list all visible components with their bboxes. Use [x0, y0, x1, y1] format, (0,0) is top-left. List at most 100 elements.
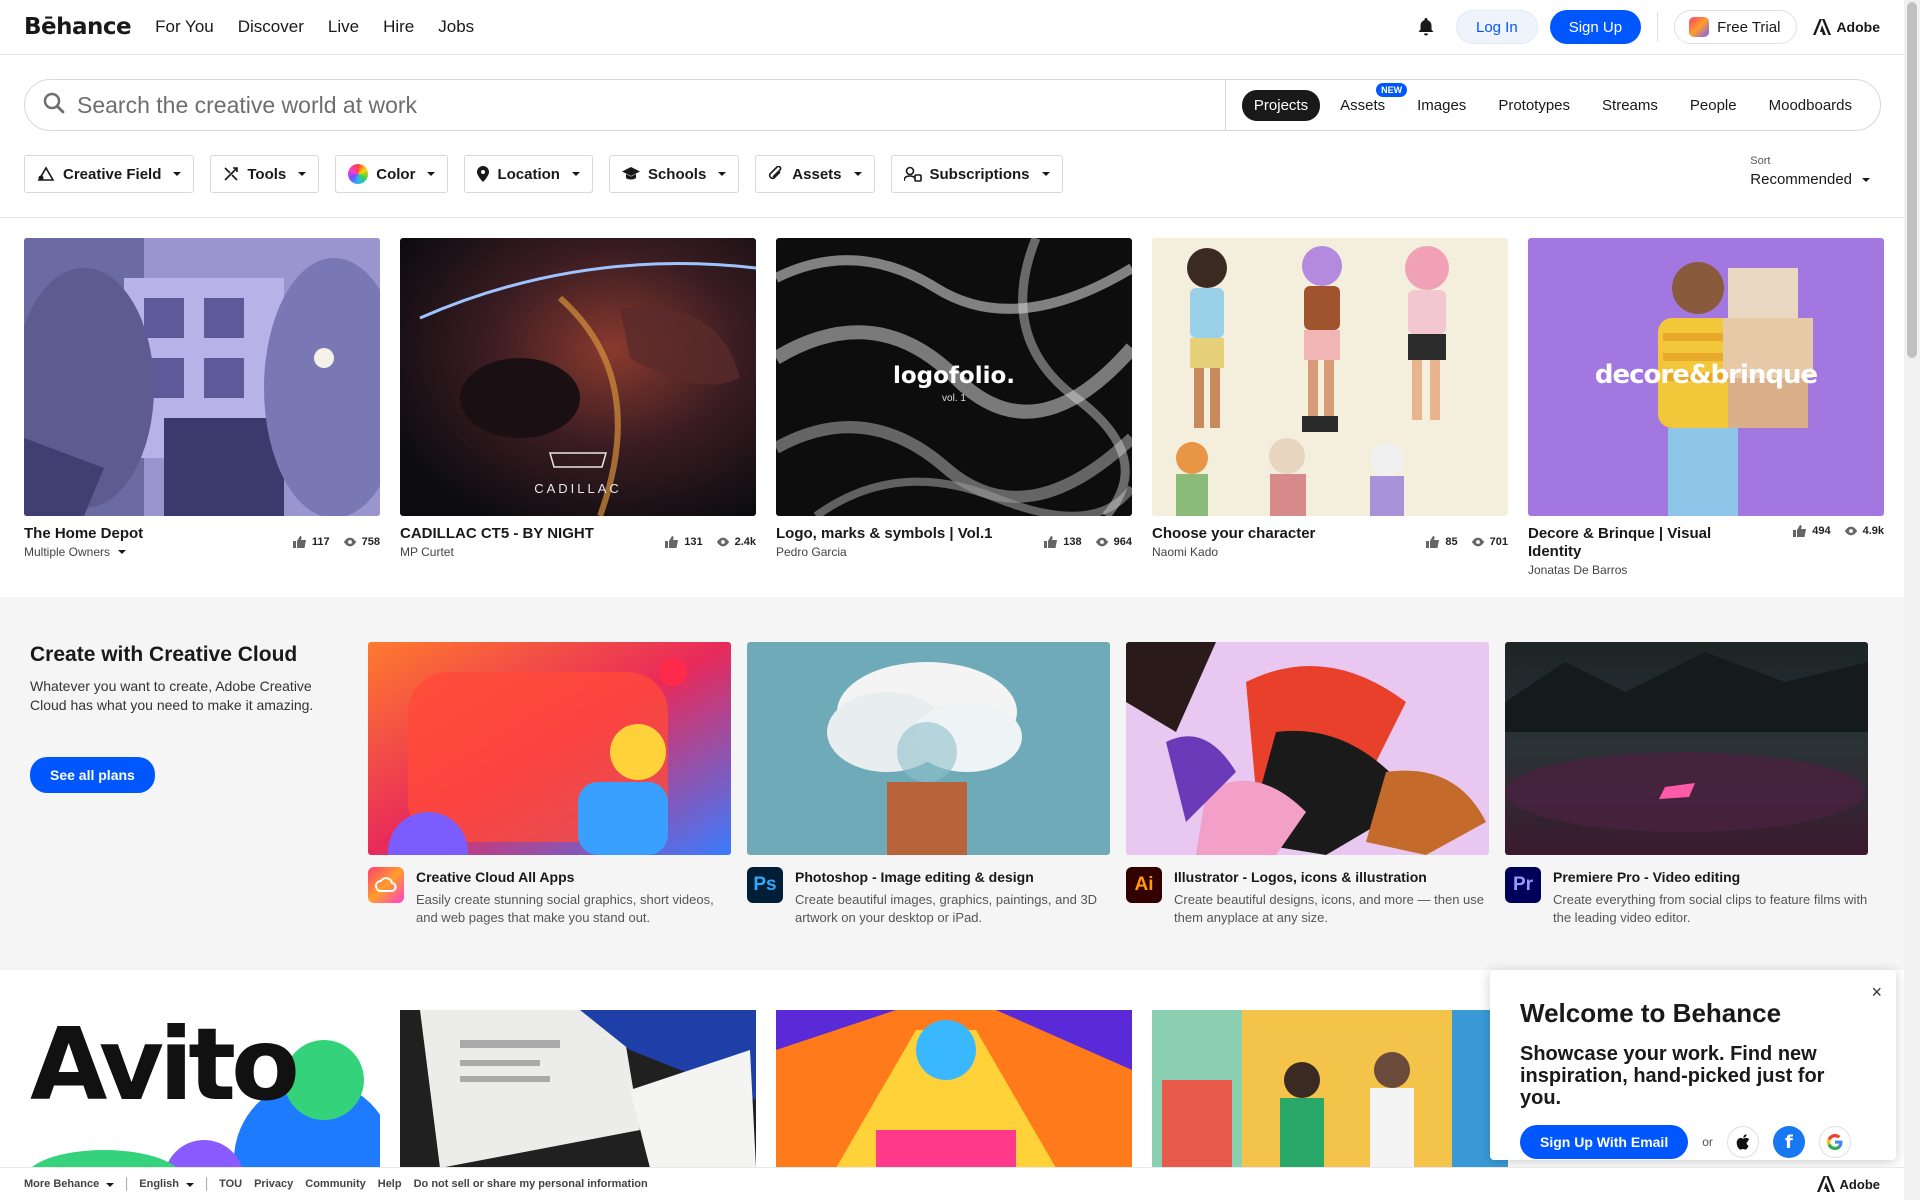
project-owner[interactable]: Multiple Owners	[24, 545, 110, 559]
illustrator-icon: Ai	[1126, 867, 1162, 903]
project-thumbnail[interactable]: logofolio. vol. 1	[776, 238, 1132, 516]
bell-icon[interactable]	[1414, 15, 1438, 39]
sort-dropdown[interactable]: Sort Recommended	[1750, 155, 1870, 188]
facebook-icon[interactable]: f	[1772, 1126, 1805, 1158]
nav-for-you[interactable]: For You	[155, 17, 214, 37]
nav-hire[interactable]: Hire	[383, 17, 414, 37]
eye-icon	[343, 537, 356, 547]
filter-assets[interactable]: Assets	[755, 155, 875, 193]
tab-people[interactable]: People	[1678, 90, 1749, 121]
app-name[interactable]: Photoshop - Image editing & design	[795, 869, 1110, 885]
or-label: or	[1702, 1135, 1713, 1149]
nav-live[interactable]: Live	[328, 17, 359, 37]
project-thumbnail[interactable]	[1152, 238, 1508, 516]
app-card-creative-cloud[interactable]: Creative Cloud All Apps Easily create st…	[368, 642, 731, 927]
cc-title: Create with Creative Cloud	[30, 643, 298, 666]
tab-moodboards[interactable]: Moodboards	[1757, 90, 1864, 121]
chevron-down-icon[interactable]	[118, 550, 127, 554]
avito-wordmark: Avito	[30, 1010, 300, 1123]
project-owner[interactable]: Naomi Kado	[1152, 545, 1218, 559]
project-thumbnail[interactable]: Avito	[24, 1010, 380, 1168]
project-title[interactable]: Logo, marks & symbols | Vol.1	[776, 525, 1006, 543]
project-card[interactable]: CADILLAC CADILLAC CT5 - BY NIGHT MP Curt…	[400, 238, 756, 577]
footer-link-help[interactable]: Help	[378, 1178, 402, 1190]
welcome-subtitle: Showcase your work. Find new inspiration…	[1520, 1043, 1825, 1109]
creative-cloud-icon	[368, 867, 404, 903]
app-image[interactable]	[747, 642, 1110, 855]
filter-bar: Creative Field Tools Color Location Scho…	[24, 155, 1063, 193]
behance-logo[interactable]: Bēhance	[24, 14, 132, 40]
footer-adobe-label: Adobe	[1839, 1176, 1880, 1192]
eye-icon	[1471, 537, 1484, 547]
app-name[interactable]: Creative Cloud All Apps	[416, 869, 731, 885]
chevron-down-icon	[571, 172, 580, 176]
footer-more-behance[interactable]: More Behance	[24, 1178, 115, 1190]
adobe-icon	[1816, 1176, 1835, 1192]
nav-discover[interactable]: Discover	[238, 17, 304, 37]
filter-tools[interactable]: Tools	[210, 155, 320, 193]
tab-streams[interactable]: Streams	[1590, 90, 1670, 121]
project-thumbnail[interactable]: decore&brinque	[1528, 238, 1884, 516]
footer-link-privacy[interactable]: Privacy	[254, 1178, 293, 1190]
project-card[interactable]: The Home Depot Multiple Owners 117 758	[24, 238, 380, 577]
view-count: 964	[1113, 536, 1132, 548]
filter-color[interactable]: Color	[335, 155, 449, 193]
filter-assets-label: Assets	[792, 165, 842, 183]
project-card[interactable]: Choose your character Naomi Kado 85 701	[1152, 238, 1508, 577]
project-title[interactable]: Choose your character	[1152, 525, 1382, 543]
tab-projects[interactable]: Projects	[1241, 89, 1321, 121]
nav-jobs[interactable]: Jobs	[438, 17, 474, 37]
filter-creative-field[interactable]: Creative Field	[24, 155, 195, 193]
app-name[interactable]: Premiere Pro - Video editing	[1553, 869, 1868, 885]
project-title[interactable]: The Home Depot	[24, 525, 254, 543]
filter-location[interactable]: Location	[464, 155, 593, 193]
tab-assets[interactable]: Assets NEW	[1328, 82, 1408, 121]
scrollbar[interactable]	[1904, 0, 1920, 1200]
app-card-photoshop[interactable]: Ps Photoshop - Image editing & design Cr…	[747, 642, 1110, 927]
tab-images[interactable]: Images	[1405, 90, 1478, 121]
app-card-illustrator[interactable]: Ai Illustrator - Logos, icons & illustra…	[1126, 642, 1489, 927]
footer-language-label: English	[139, 1178, 179, 1190]
app-image[interactable]	[368, 642, 731, 855]
app-image[interactable]	[1126, 642, 1489, 855]
see-all-plans-button[interactable]: See all plans	[30, 757, 155, 793]
project-owner[interactable]: MP Curtet	[400, 545, 454, 559]
chevron-down-icon	[1041, 172, 1050, 176]
project-thumbnail[interactable]	[776, 1010, 1132, 1168]
footer-link-community[interactable]: Community	[305, 1178, 366, 1190]
chevron-down-icon	[853, 172, 862, 176]
project-card[interactable]: logofolio. vol. 1 Logo, marks & symbols …	[776, 238, 1132, 577]
app-card-premiere[interactable]: Pr Premiere Pro - Video editing Create e…	[1505, 642, 1868, 927]
project-card[interactable]: decore&brinque Decore & Brinque | Visual…	[1528, 238, 1884, 577]
free-trial-button[interactable]: Free Trial	[1674, 10, 1798, 44]
filter-schools[interactable]: Schools	[608, 155, 740, 193]
footer-link-tou[interactable]: TOU	[219, 1178, 242, 1190]
footer-link-do-not-sell[interactable]: Do not sell or share my personal informa…	[414, 1178, 648, 1190]
filter-subscriptions[interactable]: Subscriptions	[890, 155, 1063, 193]
footer-adobe-link[interactable]: Adobe	[1816, 1176, 1880, 1192]
chevron-down-icon	[298, 172, 307, 176]
project-thumbnail[interactable]	[24, 238, 380, 516]
close-icon[interactable]: ×	[1871, 982, 1882, 1003]
apple-icon[interactable]	[1726, 1126, 1759, 1158]
footer-language[interactable]: English	[139, 1178, 195, 1190]
project-owner[interactable]: Pedro Garcia	[776, 545, 847, 559]
app-name[interactable]: Illustrator - Logos, icons & illustratio…	[1174, 869, 1489, 885]
adobe-link[interactable]: Adobe	[1813, 19, 1880, 35]
project-thumbnail[interactable]	[1152, 1010, 1508, 1168]
project-title[interactable]: Decore & Brinque | Visual Identity	[1528, 525, 1758, 561]
creative-cloud-icon	[1689, 17, 1710, 37]
search-bar: Projects AssetsNEW Images Prototypes Str…	[24, 79, 1881, 131]
scrollbar-thumb[interactable]	[1907, 2, 1917, 358]
signup-email-button[interactable]: Sign Up With Email	[1520, 1125, 1689, 1159]
google-icon[interactable]	[1818, 1126, 1851, 1158]
project-owner[interactable]: Jonatas De Barros	[1528, 563, 1627, 577]
search-input[interactable]	[77, 91, 1177, 119]
login-button[interactable]: Log In	[1455, 10, 1538, 44]
signup-button[interactable]: Sign Up	[1549, 10, 1642, 44]
project-thumbnail[interactable]	[400, 1010, 756, 1168]
project-title[interactable]: CADILLAC CT5 - BY NIGHT	[400, 525, 630, 543]
project-thumbnail[interactable]: CADILLAC	[400, 238, 756, 516]
app-image[interactable]	[1505, 642, 1868, 855]
tab-prototypes[interactable]: Prototypes	[1486, 90, 1582, 121]
